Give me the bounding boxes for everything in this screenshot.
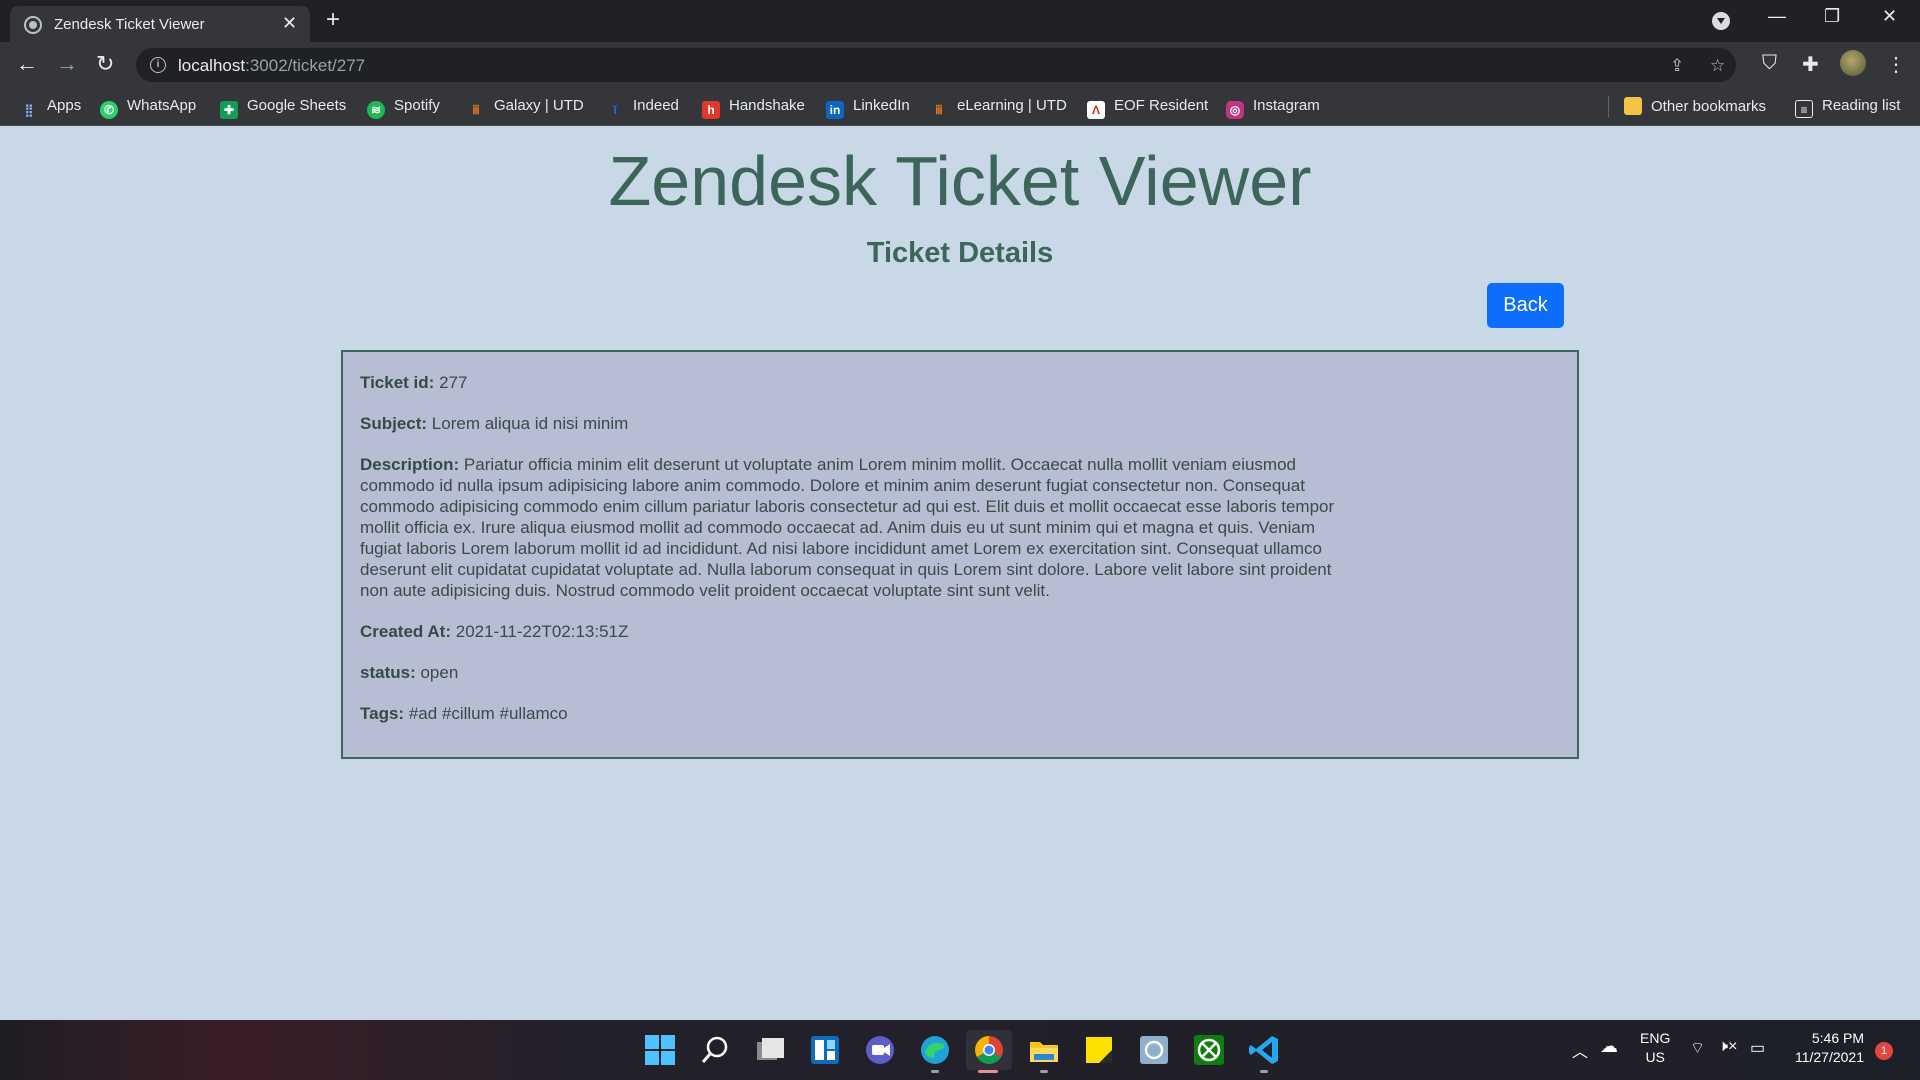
bookmark-star-icon[interactable]: ☆ [1710,56,1725,76]
ticket-created-row: Created At: 2021-11-22T02:13:51Z [360,621,1560,642]
globe-icon [24,16,42,34]
ticket-tags-value: #ad #cillum #ullamco [408,704,568,723]
new-tab-icon[interactable]: + [326,6,340,34]
utd-icon: ⅲ [935,103,943,117]
reading-list-icon: ≡ [1795,100,1813,118]
bookmark-eof-resident[interactable]: Λ EOF Resident [1087,97,1208,119]
chevron-up-icon[interactable]: ︿ [1572,1038,1588,1062]
forward-arrow-icon[interactable]: → [56,51,78,77]
spotify-icon: ≋ [367,101,385,119]
bookmarks-divider [1608,96,1609,118]
minimize-icon[interactable]: — [1768,6,1786,27]
shield-extension-icon[interactable]: ⛉ [1762,52,1777,75]
linkedin-icon: in [826,101,844,119]
ticket-status-row: status: open [360,662,1560,683]
bookmark-instagram[interactable]: ◎ Instagram [1226,97,1320,119]
search-icon[interactable] [697,1032,733,1068]
bookmark-handshake[interactable]: h Handshake [702,97,805,119]
running-indicator [931,1070,939,1073]
back-arrow-icon[interactable]: ← [16,51,38,77]
widgets-icon[interactable] [807,1032,843,1068]
ticket-subject-label: Subject: [360,414,428,433]
address-bar[interactable]: i localhost:3002/ticket/277 ⇪ ☆ [136,48,1736,82]
ticket-description-label: Description: [360,455,460,474]
running-indicator [1040,1070,1048,1073]
close-tab-icon[interactable]: ✕ [282,13,297,34]
ticket-tags-label: Tags: [360,704,405,723]
running-indicator [1260,1070,1268,1073]
wifi-icon[interactable]: ⌔ [1690,1038,1705,1058]
language-indicator[interactable]: ENG US [1640,1029,1670,1067]
eof-icon: Λ [1087,101,1105,119]
reload-icon[interactable]: ↻ [96,51,114,77]
ticket-description-value: Pariatur officia minim elit deserunt ut … [360,455,1335,600]
bookmark-google-sheets[interactable]: ✚ Google Sheets [220,97,346,119]
handshake-icon: h [702,101,720,119]
bookmark-linkedin[interactable]: in LinkedIn [826,97,910,119]
ticket-id-row: Ticket id: 277 [360,372,1560,393]
ticket-status-value: open [420,663,459,682]
active-indicator [978,1070,998,1073]
share-icon[interactable]: ⇪ [1670,56,1684,76]
ticket-subject-value: Lorem aliqua id nisi minim [431,414,629,433]
back-button[interactable]: Back [1487,283,1564,328]
battery-icon[interactable]: ▭ [1750,1038,1765,1058]
ticket-subject-row: Subject: Lorem aliqua id nisi minim [360,413,1560,434]
page-content: Zendesk Ticket Viewer Ticket Details Bac… [0,127,1920,1020]
tab-search-icon[interactable] [1712,12,1730,30]
browser-tab-bar: Zendesk Ticket Viewer ✕ + — ❐ ✕ [0,0,1920,42]
xbox-icon[interactable] [1191,1032,1227,1068]
extensions-puzzle-icon[interactable]: ✚ [1802,52,1819,77]
bookmark-indeed[interactable]: ǐ Indeed [606,97,679,119]
chrome-browser-icon[interactable] [966,1030,1012,1070]
browser-toolbar: ← → ↻ i localhost:3002/ticket/277 ⇪ ☆ ⛉ … [0,42,1920,88]
ticket-created-value: 2021-11-22T02:13:51Z [455,622,629,641]
ticket-tags-row: Tags: #ad #cillum #ullamco [360,703,1560,724]
ticket-details-card: Ticket id: 277 Subject: Lorem aliqua id … [341,350,1579,759]
profile-avatar[interactable] [1840,50,1866,76]
bookmark-spotify[interactable]: ≋ Spotify [367,97,440,119]
site-info-icon[interactable]: i [150,57,166,73]
tab-title: Zendesk Ticket Viewer [54,16,205,33]
indeed-icon: ǐ [613,103,617,117]
ticket-created-label: Created At: [360,622,451,641]
sheets-icon: ✚ [220,101,238,119]
windows-taskbar: ︿ ☁ ENG US ⌔ 🕨× ▭ 5:46 PM 11/27/2021 1 [0,1020,1920,1080]
instagram-icon: ◎ [1226,101,1244,119]
page-subtitle: Ticket Details [866,237,1054,269]
bookmark-galaxy-utd[interactable]: ⅲ Galaxy | UTD [467,97,584,119]
bookmark-elearning-utd[interactable]: ⅲ eLearning | UTD [930,97,1067,119]
ticket-id-value: 277 [439,373,468,392]
page-title: Zendesk Ticket Viewer [608,142,1312,220]
ticket-status-label: status: [360,663,416,682]
bookmark-whatsapp[interactable]: ✆ WhatsApp [100,97,196,119]
vscode-icon[interactable] [1246,1032,1282,1068]
ticket-id-label: Ticket id: [360,373,435,392]
clock[interactable]: 5:46 PM 11/27/2021 [1790,1029,1864,1067]
reading-list[interactable]: ≡ Reading list [1795,97,1900,118]
volume-muted-icon[interactable]: 🕨× [1718,1038,1737,1056]
sticky-notes-icon[interactable] [1081,1032,1117,1068]
whatsapp-icon: ✆ [100,101,118,119]
close-window-icon[interactable]: ✕ [1882,6,1897,27]
teams-chat-icon[interactable] [862,1032,898,1068]
restore-icon[interactable]: ❐ [1824,6,1840,27]
utd-icon: ⅲ [472,103,480,117]
url-text[interactable]: localhost:3002/ticket/277 [178,56,365,76]
folder-icon [1624,97,1642,115]
bookmark-apps[interactable]: ⣿ Apps [20,97,82,119]
apps-grid-icon: ⣿ [24,103,34,117]
other-bookmarks[interactable]: Other bookmarks [1624,97,1766,115]
ticket-description-row: Description: Pariatur officia minim elit… [360,454,1360,601]
browser-tab[interactable]: Zendesk Ticket Viewer ✕ [10,6,310,42]
task-view-icon[interactable] [752,1032,788,1068]
onedrive-cloud-icon[interactable]: ☁ [1600,1036,1618,1057]
windows-start-icon[interactable] [642,1032,678,1068]
edge-browser-icon[interactable] [917,1032,953,1068]
more-menu-icon[interactable]: ⋮ [1886,52,1906,77]
bookmarks-bar: ⣿ Apps ✆ WhatsApp ✚ Google Sheets ≋ Spotify … [0,88,1920,126]
app-icon[interactable] [1136,1032,1172,1068]
file-explorer-icon[interactable] [1026,1032,1062,1068]
notification-badge[interactable]: 1 [1875,1042,1893,1060]
